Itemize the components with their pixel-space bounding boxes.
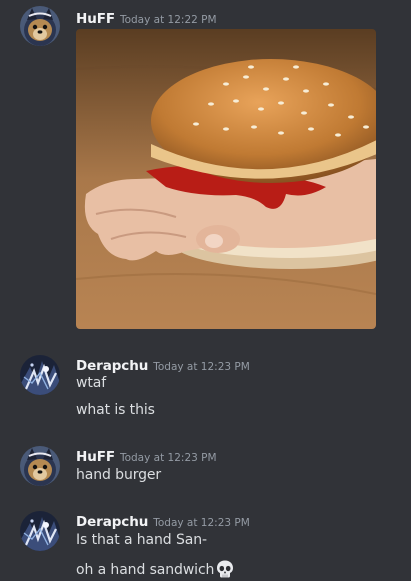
avatar-derapchu-icon[interactable]: [20, 355, 60, 395]
timestamp: Today at 12:23 PM: [153, 361, 250, 373]
skull-icon[interactable]: [215, 559, 235, 579]
timestamp: Today at 12:23 PM: [119, 452, 217, 464]
timestamp: Today at 12:23 PM: [153, 517, 250, 529]
message-text: wtaf: [76, 375, 107, 391]
username[interactable]: HuFF: [76, 11, 115, 27]
avatar-derapchu-icon[interactable]: [20, 511, 60, 551]
avatar-huff-icon[interactable]: [20, 6, 60, 46]
message-text: oh a hand sandwich: [76, 559, 235, 579]
message-header: HuFF Today at 12:22 PM: [76, 8, 217, 27]
message-header: Derapchu Today at 12:23 PM: [76, 355, 250, 374]
timestamp: Today at 12:22 PM: [119, 14, 217, 26]
image-attachment[interactable]: [76, 29, 376, 329]
username[interactable]: Derapchu: [76, 514, 148, 530]
burger-hand-image: [76, 29, 376, 329]
message-text: hand burger: [76, 467, 162, 483]
message-text-content: oh a hand sandwich: [76, 562, 215, 578]
message-text: Is that a hand San-: [76, 532, 207, 548]
avatar-huff-icon[interactable]: [20, 446, 60, 486]
message-text: what is this: [76, 402, 155, 418]
username[interactable]: Derapchu: [76, 358, 148, 374]
message-header: HuFF Today at 12:23 PM: [76, 446, 217, 465]
username[interactable]: HuFF: [76, 449, 115, 465]
message-header: Derapchu Today at 12:23 PM: [76, 511, 250, 530]
chat-messages: HuFF Today at 12:22 PM Derapchu Today at…: [0, 0, 411, 581]
